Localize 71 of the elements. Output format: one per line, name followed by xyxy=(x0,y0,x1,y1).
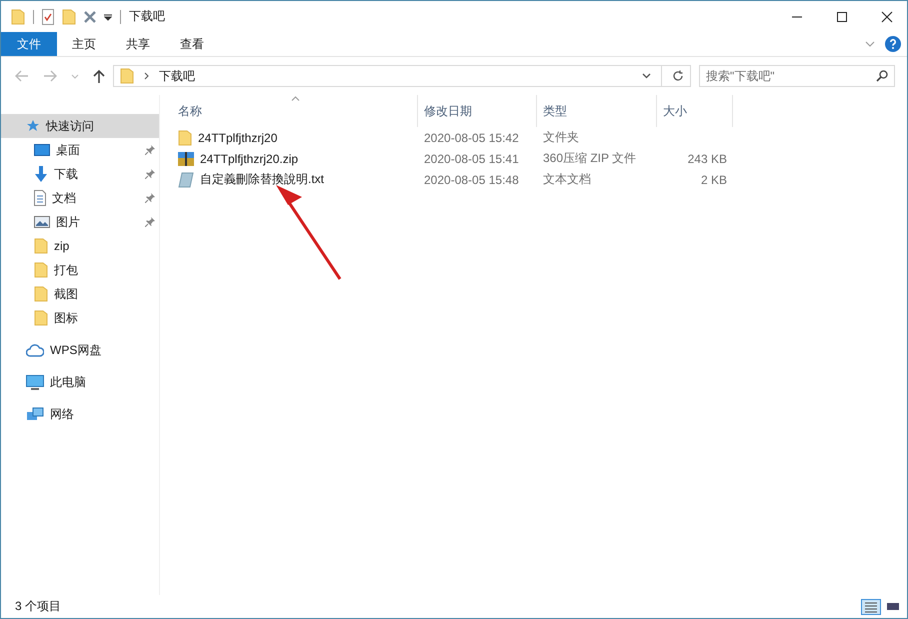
delete-icon[interactable] xyxy=(84,10,96,22)
monitor-icon xyxy=(26,374,44,390)
checklist-icon[interactable] xyxy=(42,8,54,24)
nav-item[interactable]: 截图 xyxy=(1,282,159,306)
help-icon[interactable] xyxy=(885,36,901,52)
ribbon-tab[interactable]: 共享 xyxy=(111,32,165,56)
down-arrow-icon xyxy=(34,166,48,182)
pin-icon xyxy=(145,217,155,227)
ribbon-tab[interactable]: 文件 xyxy=(1,32,57,56)
nav-item[interactable]: zip xyxy=(1,234,159,258)
nav-item[interactable]: 桌面 xyxy=(1,138,159,162)
nav-item[interactable]: WPS网盘 xyxy=(1,338,159,362)
column-header[interactable]: 类型 xyxy=(537,95,657,127)
ribbon-tab[interactable]: 查看 xyxy=(165,32,219,56)
size-cell-text: 2 KB xyxy=(700,172,728,188)
folder-icon xyxy=(178,130,192,146)
date-cell-text: 2020-08-05 15:42 xyxy=(423,130,520,146)
column-header[interactable]: 名称 xyxy=(172,95,418,127)
file-name-cell[interactable]: 24TTplfjthzrj20 xyxy=(172,127,418,148)
cloud-icon xyxy=(26,344,44,356)
star-icon xyxy=(26,119,40,133)
type-cell-text: 文件夹 xyxy=(542,129,580,146)
column-header[interactable]: 大小 xyxy=(657,95,733,127)
folder-icon xyxy=(34,262,48,278)
search-field[interactable]: 搜索"下载吧" xyxy=(699,65,895,87)
folder-icon xyxy=(62,8,76,24)
picture-icon xyxy=(34,216,50,228)
nav-item[interactable]: 此电脑 xyxy=(1,370,159,394)
column-header[interactable]: 修改日期 xyxy=(418,95,537,127)
type-cell-text: 文本文档 xyxy=(542,171,592,188)
ribbon-tab[interactable]: 主页 xyxy=(57,32,111,56)
network-icon xyxy=(26,406,44,422)
breadcrumb[interactable]: 下载吧 xyxy=(159,68,195,84)
folder-icon xyxy=(34,238,48,254)
dropdown-icon[interactable] xyxy=(104,12,112,20)
window-title: 下载吧 xyxy=(129,8,165,25)
folder-icon xyxy=(34,286,48,302)
refresh-icon[interactable] xyxy=(672,70,684,82)
text-file-icon xyxy=(178,172,194,188)
type-cell-text: 360压缩 ZIP 文件 xyxy=(542,150,638,167)
desktop-icon xyxy=(34,144,50,156)
folder-icon xyxy=(34,310,48,326)
date-cell-text: 2020-08-05 15:41 xyxy=(423,150,520,168)
folder-icon xyxy=(120,68,134,84)
up-arrow-icon[interactable] xyxy=(93,69,105,83)
sort-up-icon xyxy=(290,96,300,101)
file-name-cell[interactable]: 自定義刪除替換說明.txt xyxy=(172,169,418,190)
nav-item[interactable]: 打包 xyxy=(1,258,159,282)
document-icon xyxy=(34,190,46,206)
chevron-down-icon[interactable] xyxy=(642,73,651,79)
nav-item[interactable]: 下载 xyxy=(1,162,159,186)
pin-icon xyxy=(145,145,155,155)
pin-icon xyxy=(145,169,155,179)
nav-item[interactable]: 文档 xyxy=(1,186,159,210)
nav-item[interactable]: 快速访问 xyxy=(1,114,159,138)
folder-icon xyxy=(11,8,25,24)
nav-item[interactable]: 图片 xyxy=(1,210,159,234)
chevron-right-icon xyxy=(144,72,149,80)
nav-item[interactable]: 网络 xyxy=(1,402,159,426)
maximize-icon[interactable] xyxy=(836,10,848,22)
address-bar[interactable]: 下载吧 xyxy=(113,65,691,87)
file-name-cell[interactable]: 24TTplfjthzrj20.zip xyxy=(172,148,418,169)
size-cell-text: 243 KB xyxy=(686,150,728,168)
details-view-icon[interactable] xyxy=(861,598,881,614)
nav-item[interactable]: 图标 xyxy=(1,306,159,330)
archive-icon xyxy=(178,150,194,166)
date-cell-text: 2020-08-05 15:48 xyxy=(423,172,520,188)
item-count: 3 个项目 xyxy=(15,598,62,615)
search-icon xyxy=(876,70,888,82)
close-icon[interactable] xyxy=(881,10,893,22)
pin-icon xyxy=(145,193,155,203)
